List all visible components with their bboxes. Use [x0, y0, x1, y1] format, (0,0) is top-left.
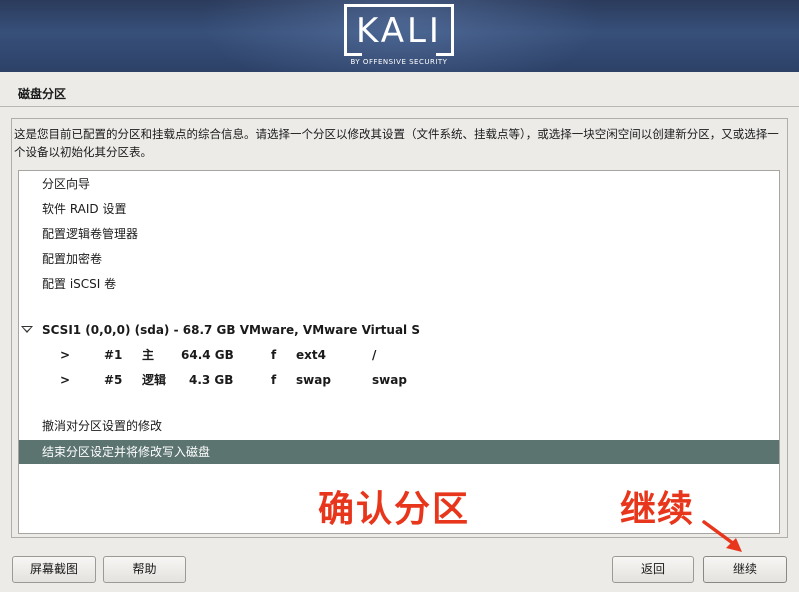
partition-filesystem: swap	[296, 373, 331, 387]
list-item-lvm[interactable]: 配置逻辑卷管理器	[19, 222, 779, 246]
kali-banner: KALI BY OFFENSIVE SECURITY	[0, 0, 799, 72]
partition-arrow: >	[60, 348, 71, 362]
list-item-disk-sda[interactable]: SCSI1 (0,0,0) (sda) - 68.7 GB VMware, VM…	[19, 318, 779, 342]
kali-logo: KALI	[344, 4, 454, 56]
annotation-continue: 继续	[620, 489, 695, 530]
partition-number: #1	[104, 348, 123, 362]
list-item-label: 撤消对分区设置的修改	[42, 419, 163, 433]
screenshot-button[interactable]: 屏幕截图	[12, 556, 96, 583]
list-item-label: 结束分区设定并将修改写入磁盘	[42, 445, 211, 459]
annotation-arrow-icon	[702, 520, 742, 552]
partition-filesystem: ext4	[296, 348, 326, 362]
list-item-partition-5[interactable]: > #5 逻辑 4.3 GB f swap swap	[19, 368, 779, 392]
list-item-iscsi[interactable]: 配置 iSCSI 卷	[19, 272, 779, 296]
list-item-label: 软件 RAID 设置	[42, 202, 127, 216]
page-title: 磁盘分区	[18, 87, 67, 101]
partition-flag: f	[271, 348, 277, 362]
description-text: 这是您目前已配置的分区和挂载点的综合信息。请选择一个分区以修改其设置（文件系统、…	[14, 127, 779, 159]
partition-number: #5	[104, 373, 123, 387]
list-item-label: 配置逻辑卷管理器	[42, 227, 139, 241]
continue-button[interactable]: 继续	[703, 556, 787, 583]
back-button[interactable]: 返回	[612, 556, 694, 583]
partition-size: 4.3 GB	[189, 373, 234, 387]
partition-arrow: >	[60, 373, 71, 387]
list-item-partition-1[interactable]: > #1 主 64.4 GB f ext4 /	[19, 343, 779, 367]
list-item-encrypted-volumes[interactable]: 配置加密卷	[19, 247, 779, 271]
partition-flag: f	[271, 373, 277, 387]
partition-mountpoint: swap	[372, 373, 407, 387]
list-item-partition-wizard[interactable]: 分区向导	[19, 172, 779, 196]
annotation-confirm-partition: 确认分区	[318, 489, 471, 530]
partition-size: 64.4 GB	[181, 348, 234, 362]
help-button[interactable]: 帮助	[103, 556, 186, 583]
kali-logo-text: KALI	[356, 11, 442, 51]
list-item-software-raid[interactable]: 软件 RAID 设置	[19, 197, 779, 221]
list-item-finish-partitioning[interactable]: 结束分区设定并将修改写入磁盘	[19, 440, 779, 464]
partition-type: 主	[142, 348, 155, 362]
list-item-undo-changes[interactable]: 撤消对分区设置的修改	[19, 414, 779, 438]
title-divider	[0, 106, 799, 107]
disk-label: SCSI1 (0,0,0) (sda) - 68.7 GB VMware, VM…	[42, 323, 420, 337]
kali-logo-subtitle: BY OFFENSIVE SECURITY	[350, 58, 448, 66]
list-item-label: 配置加密卷	[42, 252, 103, 266]
list-item-label: 分区向导	[42, 177, 91, 191]
expand-triangle-icon	[21, 326, 33, 333]
list-item-label: 配置 iSCSI 卷	[42, 277, 117, 291]
partition-mountpoint: /	[372, 348, 377, 362]
partition-type: 逻辑	[142, 373, 167, 387]
